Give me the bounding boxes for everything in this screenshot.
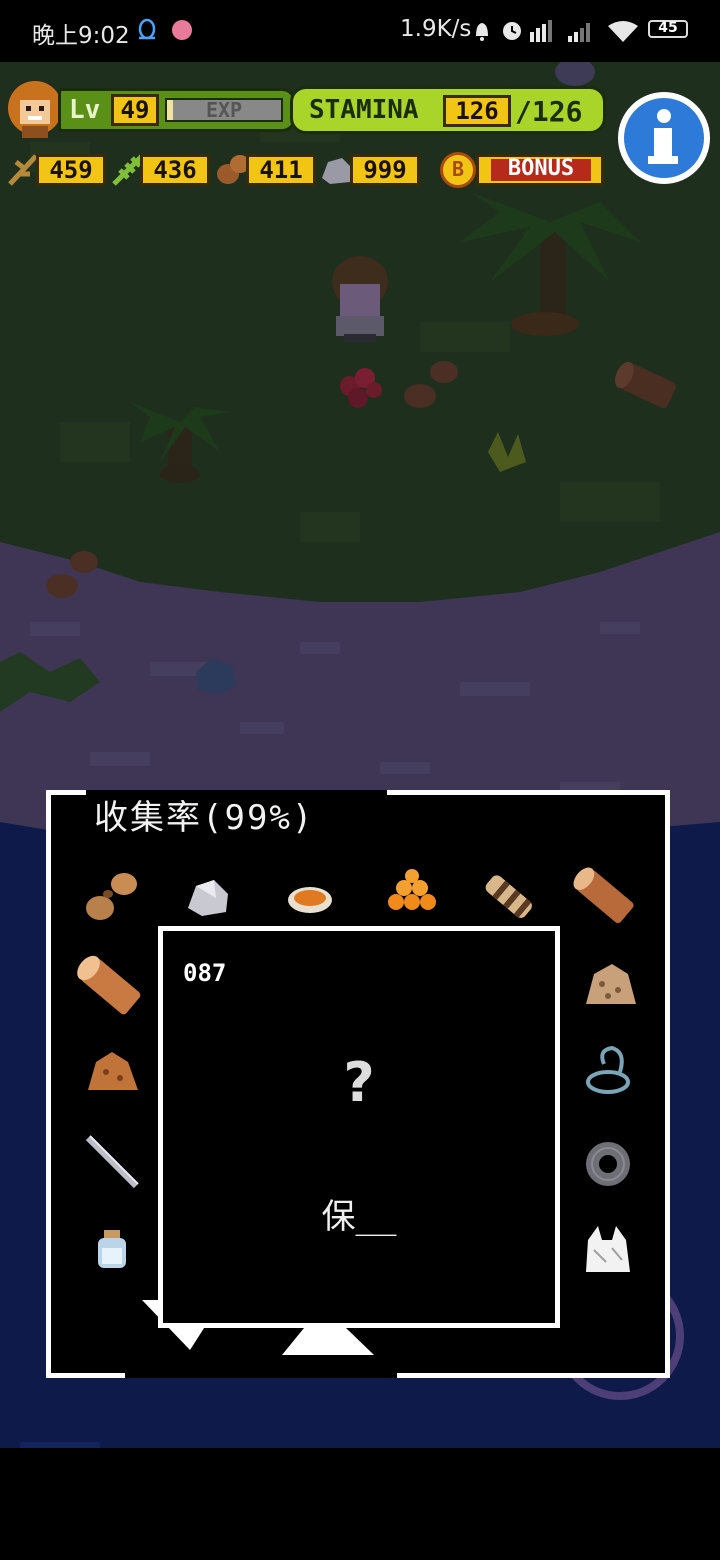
stone-icon[interactable] [188,880,228,916]
log-icon[interactable] [569,864,635,925]
exp-bar: EXP [165,98,283,122]
tire-icon[interactable] [586,1142,630,1186]
status-icons [476,20,638,42]
level-value: 49 [111,94,159,126]
level-exp-bar: Lv 49 EXP [58,88,296,132]
bonus-badge-icon: B [440,152,476,188]
plastic-bag-icon[interactable] [586,1226,630,1272]
clay-pile-icon[interactable] [88,1052,138,1090]
player-character [332,256,388,342]
resource-branch: 459 [6,152,106,188]
avatar-icon[interactable] [6,78,64,140]
info-button[interactable] [618,92,710,184]
clock: 晚上9:02 [32,23,130,49]
bonus-button[interactable]: BONUS B [438,150,608,190]
log-icon[interactable] [73,951,142,1016]
app-notification-icon [172,20,192,40]
stamina-label: STAMINA [309,95,419,125]
status-bar: 晚上9:02 1.9K/s 45 [0,0,720,62]
wifi-icon [608,21,638,42]
info-icon [624,98,704,178]
stamina-max: /126 [515,95,583,128]
soup-bowl-icon[interactable] [288,887,332,913]
alarm-bell-icon [476,23,488,41]
dirt-pile-icon[interactable] [586,964,636,1004]
hud: Lv 49 EXP STAMINA 126 /126 459 436 411 9… [0,62,720,202]
cell-signal-icon [568,23,590,42]
level-label: Lv [69,95,101,125]
network-speed: 1.9K/s [400,16,472,42]
stamina-current: 126 [443,95,511,127]
stamina-bar: STAMINA 126 /126 [290,86,606,134]
exp-label: EXP [205,98,243,122]
item-number: 087 [183,959,227,987]
item-detail-popup[interactable]: 087 ? 保__ [158,926,560,1328]
resource-leaf: 436 [110,152,210,188]
stone-count: 999 [350,154,420,186]
striped-log-icon[interactable] [483,873,534,920]
resource-stone: 999 [318,152,420,188]
qq-icon [138,18,156,40]
resource-acorn: 411 [214,152,316,188]
branch-count: 459 [36,154,106,186]
rope-icon[interactable] [586,1045,630,1094]
unknown-item-icon: ? [343,1051,375,1114]
leaf-count: 436 [140,154,210,186]
acorn-count: 411 [246,154,316,186]
nuts-icon[interactable] [86,873,137,920]
clock-icon [503,22,521,40]
bottom-bar [0,1448,720,1560]
battery-icon: 45 [648,20,688,38]
orange-pile-icon[interactable] [388,869,436,910]
item-name-hint: 保__ [321,1197,397,1237]
hd-signal-icon [530,20,552,42]
stick-icon[interactable] [85,1135,139,1189]
bottle-icon[interactable] [98,1230,126,1268]
bonus-label: BONUS [507,156,575,181]
